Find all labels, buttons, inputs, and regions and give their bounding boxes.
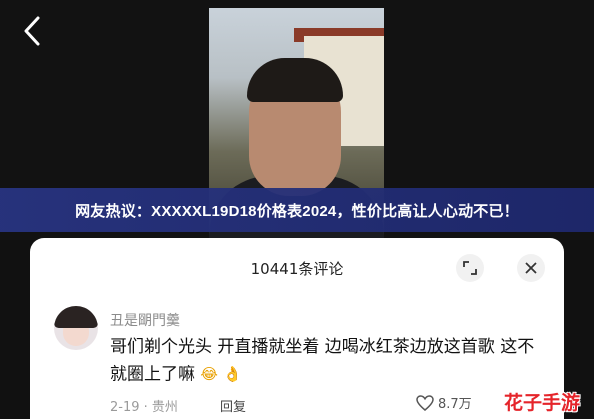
laughing-tears-emoji: 😂 <box>200 365 218 383</box>
comment-username[interactable]: 丑是朙門羹 <box>110 310 180 330</box>
avatar[interactable] <box>54 306 98 350</box>
back-button[interactable] <box>20 14 48 48</box>
heart-icon <box>416 394 434 411</box>
like-button[interactable]: 8.7万 <box>416 393 472 412</box>
like-count: 8.7万 <box>438 397 472 412</box>
headline-text: 网友热议：XXXXXL19D18价格表2024，性价比高让人心动不已！ <box>75 202 519 220</box>
comment-body: 哥们剃个光头 开直播就坐着 边喝冰红茶边放这首歌 这不就圈上了嘛 😂 👌 <box>110 334 550 389</box>
headline-banner: 网友热议：XXXXXL19D18价格表2024，性价比高让人心动不已！ <box>0 188 594 232</box>
back-arrow-icon <box>24 16 40 46</box>
comment-text: 哥们剃个光头 开直播就坐着 边喝冰红茶边放这首歌 这不就圈上了嘛 <box>110 337 535 385</box>
ok-hand-emoji: 👌 <box>223 365 243 383</box>
reply-button[interactable]: 回复 <box>220 396 246 415</box>
watermark-logo: 花子手游 <box>504 392 581 414</box>
expand-icon <box>463 261 477 275</box>
avatar-hair <box>54 306 98 328</box>
comment-date-location: 2-19 · 贵州 <box>110 400 178 415</box>
comments-panel: 10441条评论 丑是朙門羹 哥们剃个光头 开直播就坐着 边喝冰红茶边放这首歌 … <box>30 238 564 419</box>
close-button[interactable] <box>517 254 545 282</box>
close-icon <box>525 262 537 274</box>
expand-button[interactable] <box>456 254 484 282</box>
